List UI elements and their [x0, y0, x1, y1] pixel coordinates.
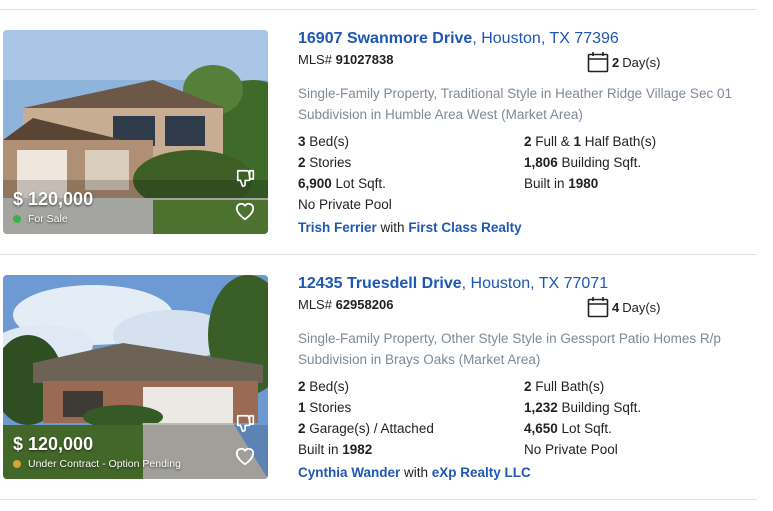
- status-label: For Sale: [28, 213, 68, 225]
- detail-stories: 1 Stories: [298, 400, 352, 415]
- calendar-icon: [587, 297, 609, 318]
- mls-label: MLS#: [298, 52, 332, 67]
- days-label: Day(s): [622, 54, 661, 70]
- listing-card[interactable]: $ 120,000 Under Contract - Option Pendin…: [0, 275, 760, 481]
- listing-description: Single-Family Property, Traditional Styl…: [298, 86, 732, 122]
- agent-name[interactable]: Trish Ferrier: [298, 220, 377, 235]
- detail-stories: 2 Stories: [298, 155, 352, 170]
- detail-lot-sqft: 6,900 Lot Sqft.: [298, 176, 386, 191]
- listing-address[interactable]: 16907 Swanmore Drive, Houston, TX 77396: [298, 30, 758, 48]
- days-label: Day(s): [622, 299, 661, 315]
- detail-year-built: Built in 1980: [524, 176, 599, 191]
- detail-building-sqft: 1,806 Building Sqft.: [524, 155, 642, 170]
- detail-baths: 2 Full & 1 Half Bath(s): [524, 134, 657, 149]
- detail-building-sqft: 1,232 Building Sqft.: [524, 400, 642, 415]
- listing-price: $ 120,000: [13, 434, 94, 454]
- agency-name[interactable]: eXp Realty LLC: [432, 465, 531, 480]
- listing-price: $ 120,000: [13, 189, 94, 209]
- days-on-market: 4 Day(s): [587, 296, 661, 318]
- status-label: Under Contract - Option Pending: [28, 458, 181, 470]
- favorite-heart-icon[interactable]: [234, 446, 256, 466]
- listing-info: 12435 Truesdell Drive, Houston, TX 77071…: [298, 275, 758, 480]
- calendar-icon: [587, 52, 609, 73]
- listing-status: Under Contract - Option Pending: [13, 458, 181, 470]
- mls-number: MLS# 91027838: [298, 52, 758, 67]
- detail-beds: 2 Bed(s): [298, 379, 350, 394]
- listing-address[interactable]: 12435 Truesdell Drive, Houston, TX 77071: [298, 275, 758, 293]
- divider-top: [0, 9, 757, 10]
- address-city[interactable]: , Houston, TX 77396: [472, 30, 618, 47]
- address-city[interactable]: , Houston, TX 77071: [462, 275, 608, 292]
- agent-with: with: [400, 465, 432, 480]
- listing-info: 16907 Swanmore Drive, Houston, TX 77396 …: [298, 30, 758, 235]
- listing-photo[interactable]: $ 120,000 For Sale: [3, 30, 268, 234]
- listing-details: 3 Bed(s) 2 Full & 1 Half Bath(s) 2 Stori…: [298, 131, 758, 215]
- days-number: 2: [612, 54, 620, 70]
- divider-middle: [0, 254, 757, 255]
- agent-with: with: [376, 220, 409, 235]
- mls-number: MLS# 62958206: [298, 297, 758, 312]
- address-street[interactable]: 12435 Truesdell Drive: [298, 275, 462, 292]
- detail-baths: 2 Full Bath(s): [524, 379, 605, 394]
- agent-name[interactable]: Cynthia Wander: [298, 465, 400, 480]
- thumbs-down-icon[interactable]: [235, 168, 257, 190]
- status-dot-icon: [13, 215, 21, 223]
- detail-beds: 3 Bed(s): [298, 134, 350, 149]
- mls-value: 91027838: [335, 52, 394, 67]
- days-on-market: 2 Day(s): [587, 51, 661, 73]
- status-dot-icon: [13, 460, 21, 468]
- detail-pool: No Private Pool: [524, 442, 618, 457]
- favorite-heart-icon[interactable]: [234, 201, 256, 221]
- listing-agent: Cynthia Wander with eXp Realty LLC: [298, 465, 758, 480]
- listing-status: For Sale: [13, 213, 68, 225]
- thumbs-down-icon[interactable]: [235, 413, 257, 435]
- detail-pool: No Private Pool: [298, 197, 392, 212]
- agency-name[interactable]: First Class Realty: [408, 220, 521, 235]
- listing-description: Single-Family Property, Other Style Styl…: [298, 331, 721, 367]
- listing-photo[interactable]: $ 120,000 Under Contract - Option Pendin…: [3, 275, 268, 479]
- mls-value: 62958206: [335, 297, 394, 312]
- days-number: 4: [612, 299, 620, 315]
- listing-agent: Trish Ferrier with First Class Realty: [298, 220, 758, 235]
- detail-year-built: Built in 1982: [298, 442, 373, 457]
- listing-details: 2 Bed(s) 2 Full Bath(s) 1 Stories 1,232 …: [298, 376, 758, 460]
- listing-card[interactable]: $ 120,000 For Sale 16907 Swanmore Drive,…: [0, 30, 760, 236]
- mls-label: MLS#: [298, 297, 332, 312]
- address-street[interactable]: 16907 Swanmore Drive: [298, 30, 472, 47]
- detail-lot-sqft: 4,650 Lot Sqft.: [524, 421, 612, 436]
- divider-bottom: [0, 499, 757, 500]
- detail-garage: 2 Garage(s) / Attached: [298, 421, 434, 436]
